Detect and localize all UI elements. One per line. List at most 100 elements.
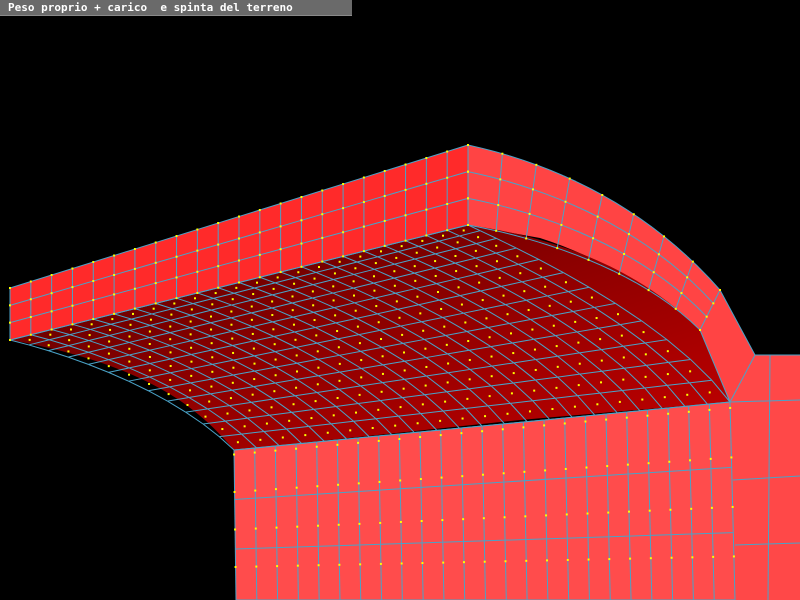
mesh-node xyxy=(378,480,381,483)
mesh-node xyxy=(316,383,319,386)
mesh-node xyxy=(50,328,53,331)
mesh-node xyxy=(258,209,261,211)
mesh-node xyxy=(88,334,91,337)
mesh-node xyxy=(605,418,608,421)
mesh-node xyxy=(68,339,71,342)
mesh-node xyxy=(495,229,498,232)
fem-model-viewport[interactable] xyxy=(0,0,800,600)
mesh-node xyxy=(254,489,257,492)
mesh-node xyxy=(445,343,448,346)
mesh-node xyxy=(544,285,547,288)
mesh-node xyxy=(531,188,534,191)
mesh-node xyxy=(556,365,559,368)
mesh-node xyxy=(214,292,217,295)
mesh-node xyxy=(424,347,427,350)
mesh-node xyxy=(316,524,319,527)
mesh-node xyxy=(50,292,53,295)
title-bar: Peso proprio + carico e spinta del terre… xyxy=(0,0,352,16)
mesh-node xyxy=(252,293,255,296)
mesh-node xyxy=(196,291,199,294)
mesh-node xyxy=(373,289,376,292)
mesh-edge xyxy=(128,380,149,392)
mesh-node xyxy=(250,305,253,308)
mesh-node xyxy=(416,422,419,425)
mesh-node xyxy=(92,280,95,283)
mesh-node xyxy=(274,358,277,361)
mesh-node xyxy=(467,197,469,200)
mesh-node xyxy=(349,429,352,432)
mesh-node xyxy=(577,341,580,344)
mesh-node xyxy=(516,255,519,258)
mesh-node xyxy=(332,285,335,288)
mesh-node xyxy=(709,457,712,460)
mesh-node xyxy=(342,255,345,258)
mesh-node xyxy=(231,381,234,384)
mesh-node xyxy=(336,330,339,333)
mesh-node xyxy=(616,313,619,316)
mesh-node xyxy=(353,294,356,297)
mesh-node xyxy=(600,381,603,384)
right-step-face xyxy=(730,355,800,600)
mesh-node xyxy=(502,472,505,475)
mesh-node xyxy=(338,260,341,263)
mesh-node xyxy=(311,290,314,293)
mesh-node xyxy=(296,370,299,373)
mesh-node xyxy=(67,350,70,353)
mesh-node xyxy=(295,386,298,389)
mesh-node xyxy=(467,224,469,226)
mesh-node xyxy=(108,340,111,343)
mesh-node xyxy=(113,254,116,257)
mesh-node xyxy=(460,432,463,435)
mesh-node xyxy=(255,565,258,568)
mesh-node xyxy=(169,365,172,368)
mesh-node xyxy=(395,256,398,259)
mesh-node xyxy=(274,488,277,491)
mesh-node xyxy=(564,467,567,470)
mesh-node xyxy=(674,307,677,310)
mesh-node xyxy=(399,406,402,409)
mesh-node xyxy=(607,511,610,514)
mesh-node xyxy=(154,261,157,264)
mesh-node xyxy=(129,323,132,326)
mesh-node xyxy=(317,366,320,369)
mesh-node xyxy=(467,144,469,146)
mesh-node xyxy=(510,392,513,395)
mesh-node xyxy=(236,441,239,444)
mesh-node xyxy=(691,556,694,559)
mesh-node xyxy=(531,328,534,331)
mesh-node xyxy=(622,356,625,359)
mesh-node xyxy=(545,514,548,517)
mesh-node xyxy=(533,348,536,351)
mesh-node xyxy=(128,373,131,376)
mesh-node xyxy=(475,265,478,268)
mesh-node xyxy=(189,333,192,336)
mesh-node xyxy=(719,289,721,291)
mesh-node xyxy=(211,370,214,373)
mesh-node xyxy=(230,310,233,313)
mesh-node xyxy=(422,329,425,332)
mesh-node xyxy=(680,292,683,295)
mesh-node xyxy=(495,244,498,247)
mesh-node xyxy=(528,212,531,215)
mesh-node xyxy=(243,425,246,428)
mesh-node xyxy=(253,451,256,454)
mesh-node xyxy=(379,521,382,524)
mesh-node xyxy=(488,336,491,339)
mesh-node xyxy=(313,319,316,322)
mesh-node xyxy=(399,479,402,482)
mesh-node xyxy=(337,523,340,526)
mesh-node xyxy=(425,208,428,211)
mesh-node xyxy=(456,241,459,244)
mesh-node xyxy=(133,287,136,290)
mesh-node xyxy=(217,265,220,268)
mesh-node xyxy=(374,262,377,265)
mesh-node xyxy=(705,315,708,318)
mesh-node xyxy=(578,362,581,365)
mesh-node xyxy=(425,157,428,159)
mesh-node xyxy=(393,270,396,273)
mesh-node xyxy=(729,406,732,409)
mesh-node xyxy=(420,520,423,523)
mesh-node xyxy=(362,250,365,253)
mesh-node xyxy=(169,325,172,328)
mesh-node xyxy=(401,333,404,336)
